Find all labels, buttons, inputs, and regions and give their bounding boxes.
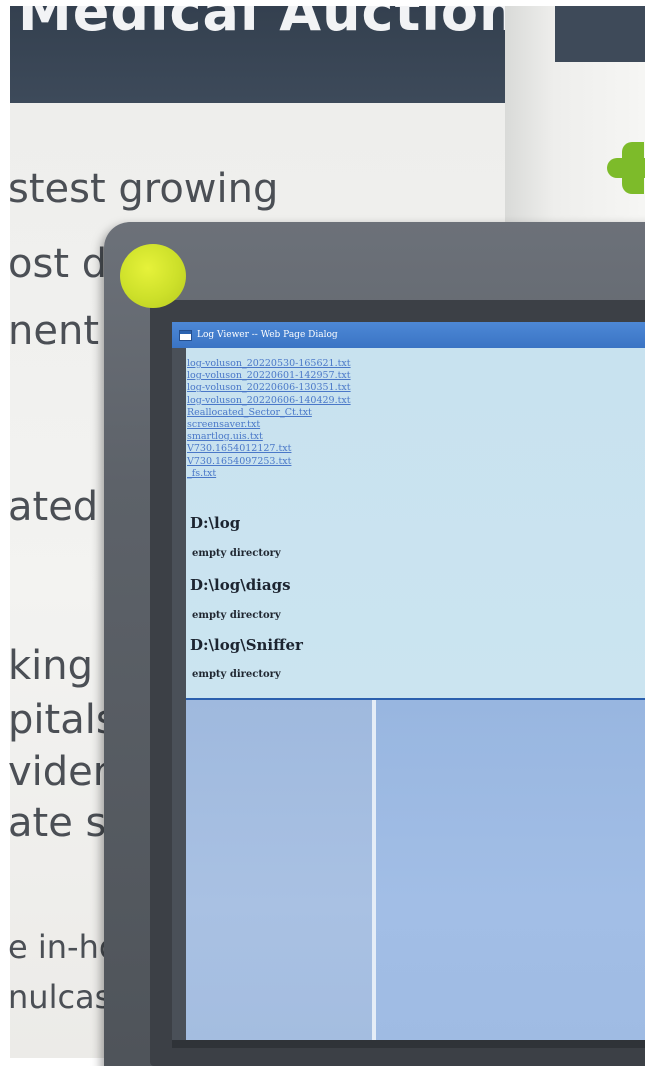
- monitor-screen: Log Viewer -- Web Page Dialog log-voluso…: [172, 322, 645, 1042]
- directory-heading: D:\log: [190, 514, 241, 532]
- directory-heading: D:\log\Sniffer: [190, 636, 303, 654]
- window-icon: [179, 329, 192, 341]
- poster-banner-text: Medical Auctions: [18, 6, 505, 43]
- log-file-link[interactable]: V730.1654097253.txt: [187, 456, 351, 468]
- lower-right-pane: [376, 700, 645, 1042]
- directory-status: empty directory: [192, 669, 281, 680]
- log-viewer-content: log-voluson_20220530-165621.txt log-volu…: [172, 348, 645, 700]
- screen-left-edge: [172, 348, 186, 1042]
- dialog-titlebar[interactable]: Log Viewer -- Web Page Dialog: [172, 322, 645, 348]
- yellow-sticker: [120, 244, 186, 308]
- photo-scene: Medical Auctions stest growing ost dy ne…: [0, 0, 645, 1066]
- directory-heading: D:\log\diags: [190, 576, 291, 594]
- directory-status: empty directory: [192, 610, 281, 621]
- log-file-link[interactable]: log-voluson_20220601-142957.txt: [187, 370, 351, 382]
- poster-text-line: ated: [8, 484, 99, 530]
- cross-logo-icon-bar: [607, 158, 645, 178]
- right-poster-banner: [555, 6, 645, 62]
- log-file-link[interactable]: smartlog.uis.txt: [187, 431, 351, 443]
- log-file-link[interactable]: screensaver.txt: [187, 419, 351, 431]
- log-file-link[interactable]: log-voluson_20220606-140429.txt: [187, 395, 351, 407]
- log-file-link[interactable]: log-voluson_20220606-130351.txt: [187, 382, 351, 394]
- lower-left-pane: [186, 700, 372, 1042]
- screen-bottom-edge: [172, 1040, 645, 1048]
- poster-banner: Medical Auctions: [10, 6, 505, 103]
- dialog-title: Log Viewer -- Web Page Dialog: [197, 330, 338, 340]
- poster-text-line: nent: [8, 308, 99, 354]
- poster-text-line: stest growing: [8, 166, 279, 212]
- log-file-link[interactable]: Reallocated_Sector_Ct.txt: [187, 407, 351, 419]
- directory-status: empty directory: [192, 548, 281, 559]
- log-file-link[interactable]: V730.1654012127.txt: [187, 443, 351, 455]
- log-file-link[interactable]: _fs.txt: [187, 468, 351, 480]
- log-file-link[interactable]: log-voluson_20220530-165621.txt: [187, 358, 351, 370]
- poster-text-line: e in-ho: [8, 928, 119, 966]
- log-file-list: log-voluson_20220530-165621.txt log-volu…: [187, 358, 351, 480]
